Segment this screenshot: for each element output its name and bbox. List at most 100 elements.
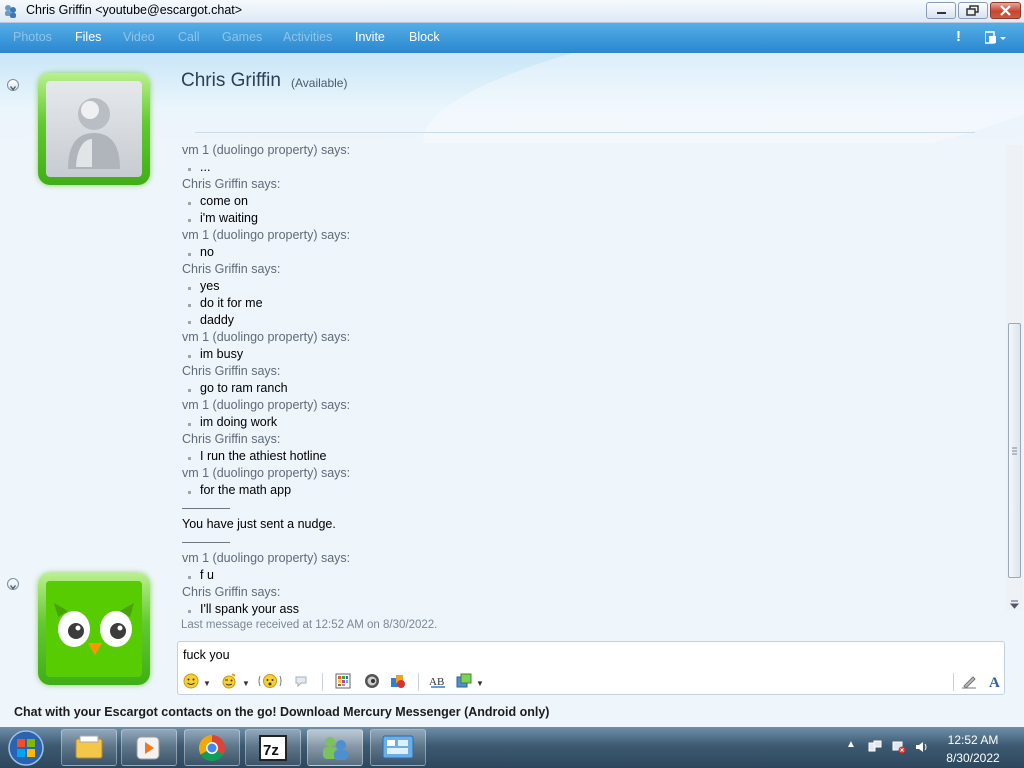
text-mode-icon[interactable]: A [987, 673, 1003, 689]
wink-icon[interactable] [221, 673, 237, 689]
explorer-icon [75, 735, 103, 759]
emoticon-dropdown-icon[interactable]: ▼ [203, 679, 211, 688]
emoticon-icon[interactable] [183, 673, 199, 689]
message-text: no [200, 245, 214, 259]
sender-line: Chris Griffin says: [182, 432, 281, 446]
games-icon[interactable] [390, 673, 406, 689]
sound-icon[interactable] [364, 673, 380, 689]
taskbar-chrome[interactable] [184, 729, 240, 766]
duolingo-owl-icon [46, 581, 142, 677]
message-text: i'm waiting [200, 211, 258, 225]
taskbar-messenger[interactable] [307, 729, 363, 766]
taskbar-explorer[interactable] [61, 729, 117, 766]
toolbar-photos[interactable]: Photos [13, 30, 52, 44]
sender-line: vm 1 (duolingo property) says: [182, 228, 351, 242]
nudge-separator [182, 508, 230, 509]
voice-clip-icon[interactable] [293, 673, 309, 689]
message-text: f u [200, 568, 214, 582]
message-text: do it for me [200, 296, 263, 310]
alert-icon[interactable]: ! [956, 28, 961, 45]
chevron-down-icon [10, 86, 16, 91]
my-avatar[interactable] [38, 573, 150, 685]
scrollbar-thumb[interactable] [1008, 323, 1021, 578]
message-bullet [188, 423, 191, 426]
toolbar-activities[interactable]: Activities [283, 30, 332, 44]
taskbar-7zip[interactable]: 7z [245, 729, 301, 766]
message-text: yes [200, 279, 220, 293]
title-bar: Chris Griffin <youtube@escargot.chat> [0, 0, 1024, 23]
network-disconnected-icon[interactable] [892, 740, 906, 754]
minimize-button[interactable] [926, 2, 956, 19]
conversation-toolbar: Photos Files Video Call Games Activities… [0, 23, 1024, 53]
svg-text:7z: 7z [263, 742, 279, 759]
message-text: daddy [200, 313, 235, 327]
toolbar-files[interactable]: Files [75, 30, 101, 44]
message-text: ... [200, 160, 211, 174]
sender-line: Chris Griffin says: [182, 364, 281, 378]
taskbar-control-panel[interactable] [370, 729, 426, 766]
last-message-timestamp: Last message received at 12:52 AM on 8/3… [181, 619, 438, 631]
message-bullet [188, 576, 191, 579]
7zip-icon: 7z [259, 735, 287, 761]
message-input-text[interactable]: fuck you [183, 648, 230, 662]
media-player-icon [136, 736, 160, 760]
message-bullet [188, 202, 191, 205]
message-bullet [188, 253, 191, 256]
font-icon[interactable]: AB [429, 673, 447, 689]
message-bullet [188, 389, 191, 392]
toolbar-video[interactable]: Video [123, 30, 155, 44]
message-bullet [188, 610, 191, 613]
collapse-contact-avatar-button[interactable] [7, 79, 19, 91]
contact-avatar[interactable] [38, 73, 150, 185]
svg-text:A: A [989, 675, 1000, 689]
toolbar-call[interactable]: Call [178, 30, 200, 44]
close-icon [1000, 5, 1011, 16]
restore-icon [966, 5, 979, 16]
handwriting-icon[interactable] [961, 673, 977, 689]
contact-status: (Available) [291, 76, 348, 90]
message-bullet [188, 168, 191, 171]
sender-line: vm 1 (duolingo property) says: [182, 466, 351, 480]
default-user-icon [68, 98, 120, 169]
header-divider [195, 132, 975, 133]
message-bullet [188, 304, 191, 307]
more-dropdown-icon[interactable]: ▼ [476, 679, 484, 688]
volume-icon[interactable] [915, 740, 929, 754]
restore-button[interactable] [958, 2, 988, 19]
svg-text:AB: AB [429, 676, 444, 688]
sender-line: vm 1 (duolingo property) says: [182, 551, 351, 565]
more-icon[interactable] [456, 673, 472, 689]
sender-line: vm 1 (duolingo property) says: [182, 143, 351, 157]
chrome-icon [198, 734, 225, 762]
messenger-icon [323, 737, 348, 760]
wink-dropdown-icon[interactable]: ▼ [242, 679, 250, 688]
clock-date[interactable]: 8/30/2022 [938, 751, 1008, 765]
message-text: go to ram ranch [200, 381, 288, 395]
action-center-icon[interactable] [868, 740, 882, 754]
control-panel-icon [382, 735, 414, 759]
start-button[interactable] [6, 729, 46, 767]
message-text: for the math app [200, 483, 292, 497]
toolbar-invite[interactable]: Invite [355, 30, 385, 44]
show-hidden-icons-icon[interactable]: ▲ [846, 739, 856, 750]
background-icon[interactable] [335, 673, 351, 689]
mercury-ad[interactable]: Chat with your Escargot contacts on the … [14, 705, 549, 719]
sender-line: Chris Griffin says: [182, 262, 281, 276]
collapse-my-avatar-button[interactable] [7, 578, 19, 590]
toolbar-block[interactable]: Block [409, 30, 440, 44]
close-button[interactable] [990, 2, 1021, 19]
scroll-down-icon[interactable] [1009, 599, 1020, 609]
messenger-app-icon [5, 5, 16, 18]
toolbar-games[interactable]: Games [222, 30, 262, 44]
clock-time[interactable]: 12:52 AM [938, 733, 1008, 747]
sender-line: vm 1 (duolingo property) says: [182, 398, 351, 412]
message-text: im doing work [200, 415, 278, 429]
message-bullet [188, 491, 191, 494]
message-text: I run the athiest hotline [200, 449, 327, 463]
show-menu-icon[interactable] [985, 31, 1007, 44]
conversation-history[interactable]: vm 1 (duolingo property) says:... Chris G… [173, 143, 1003, 631]
message-bullet [188, 219, 191, 222]
nudge-icon[interactable] [258, 673, 282, 689]
taskbar-media-player[interactable] [121, 729, 177, 766]
conversation-scrollbar[interactable] [1006, 145, 1023, 610]
